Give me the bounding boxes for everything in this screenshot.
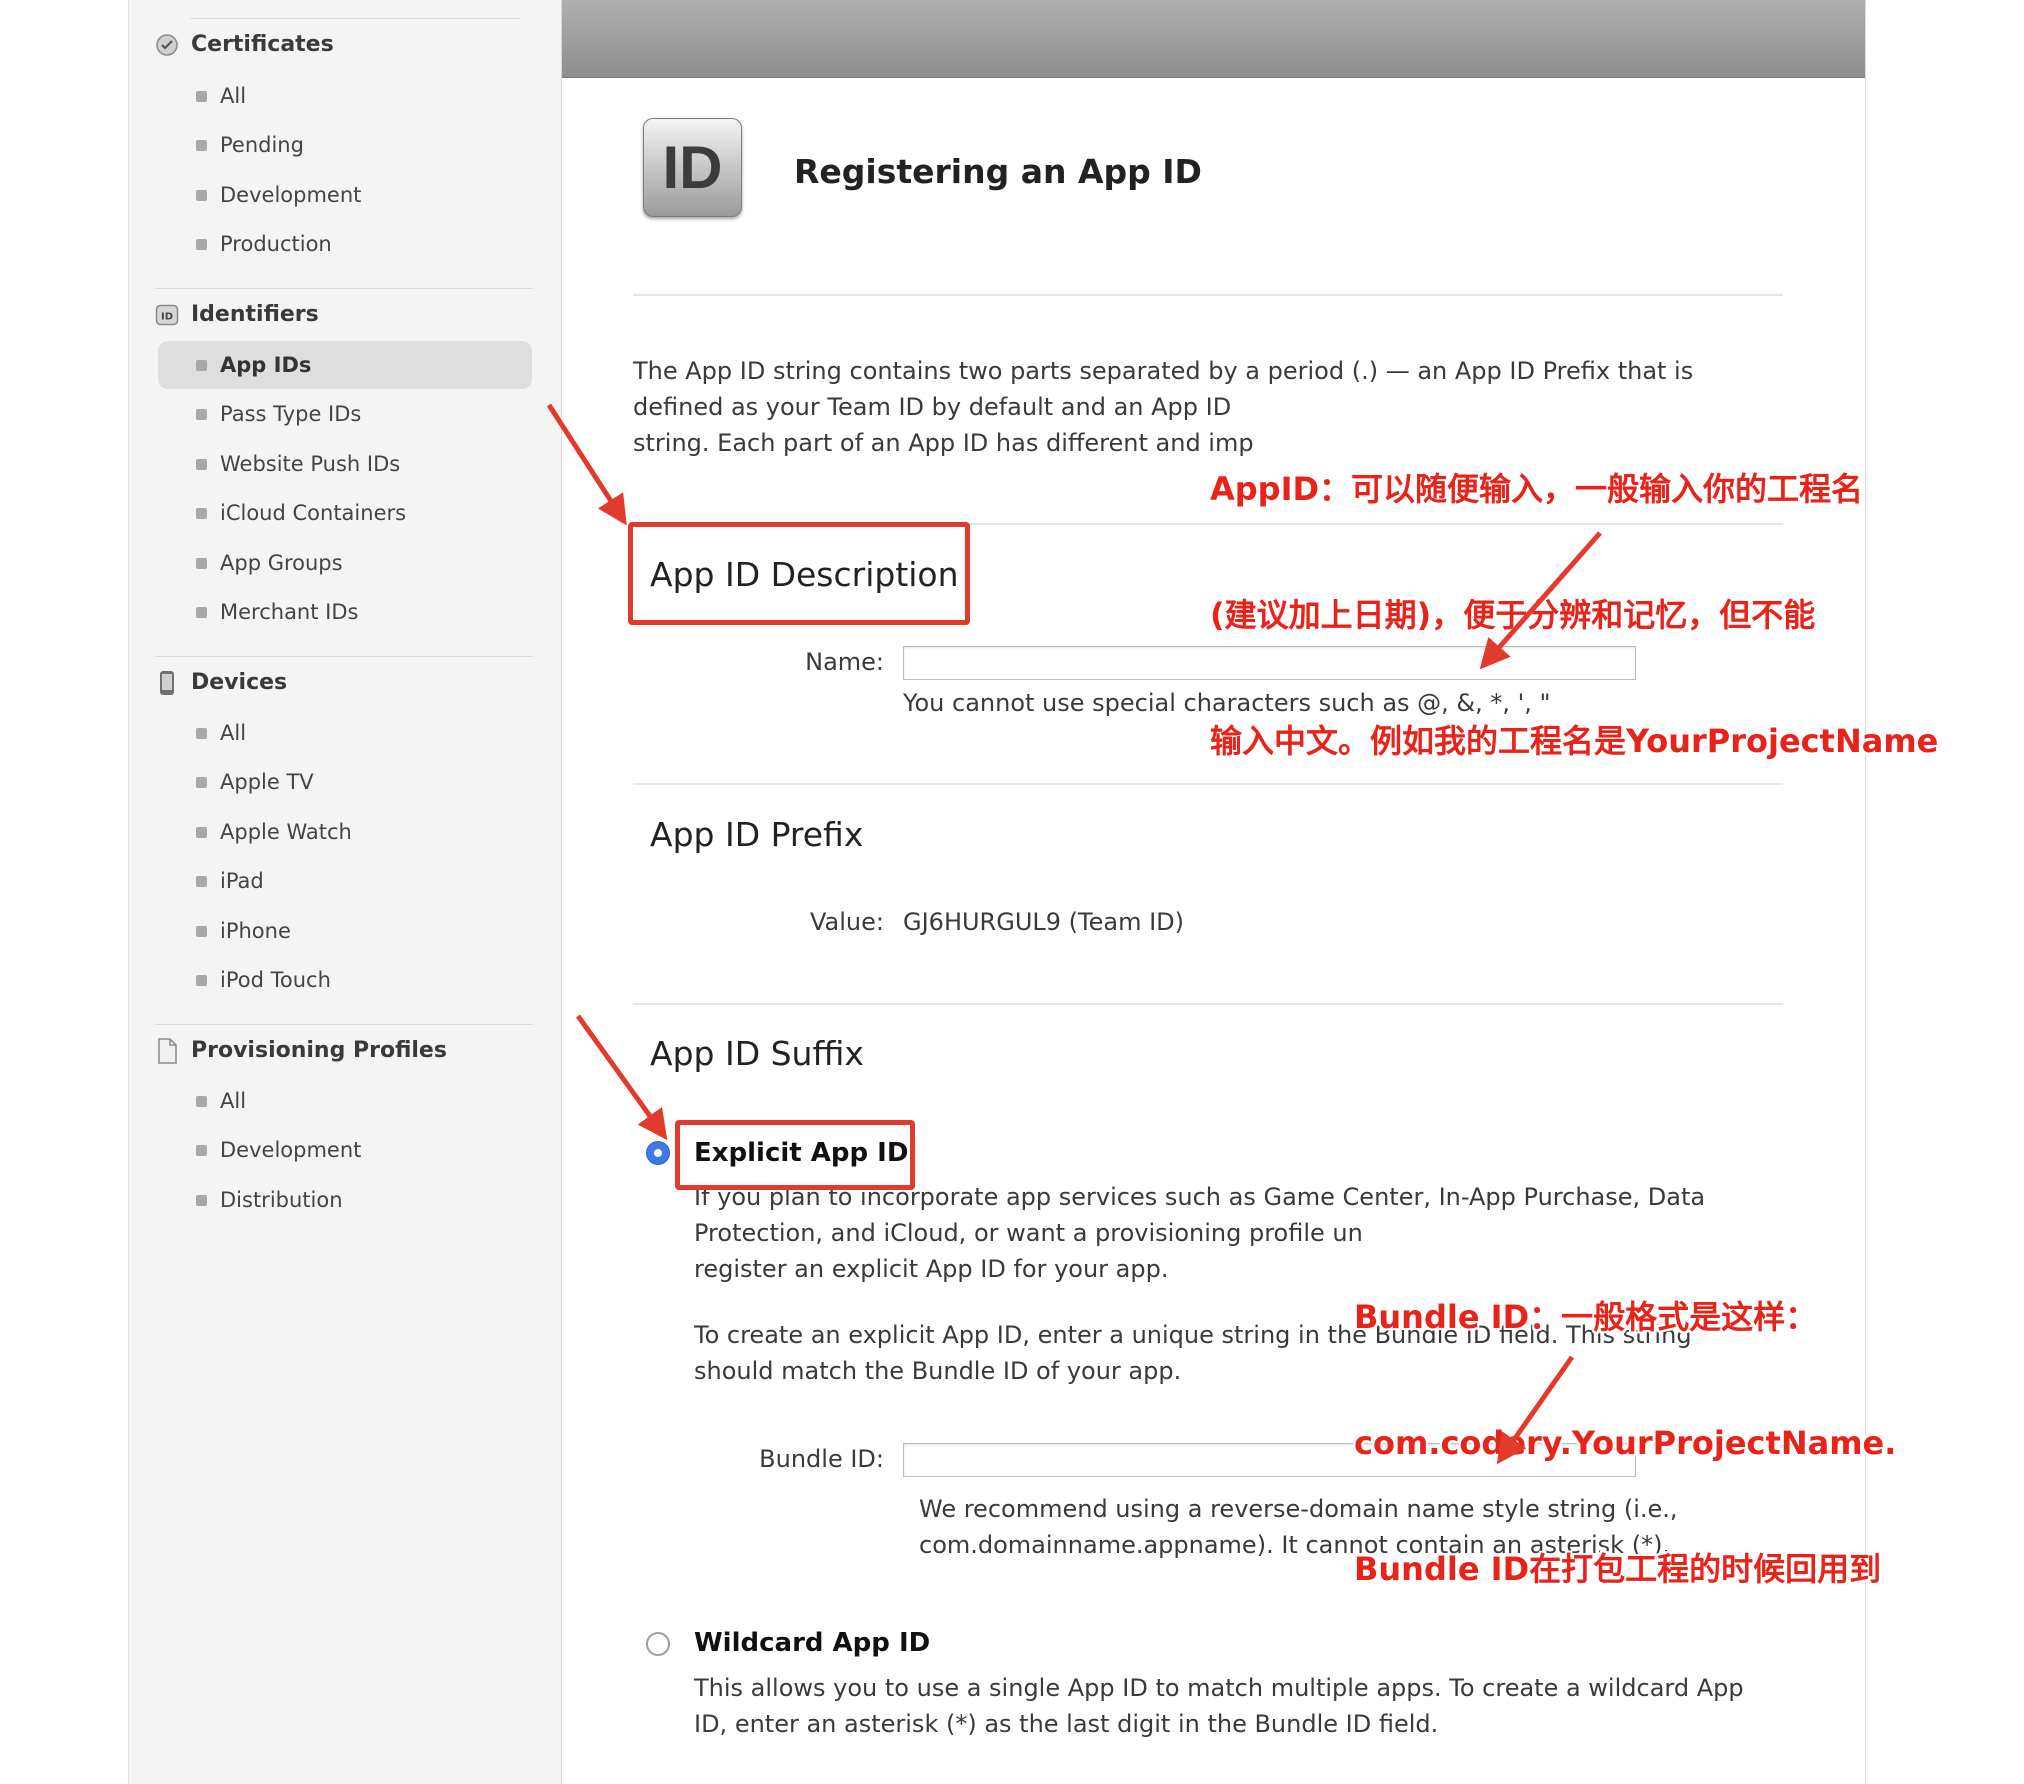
arrow-to-explicit-radio	[575, 1014, 668, 1141]
arrow-to-description	[546, 403, 627, 526]
arrow-to-bundle-input	[1496, 1355, 1575, 1465]
arrow-to-name-input	[1479, 531, 1602, 670]
annotation-arrows	[546, 403, 1602, 1465]
